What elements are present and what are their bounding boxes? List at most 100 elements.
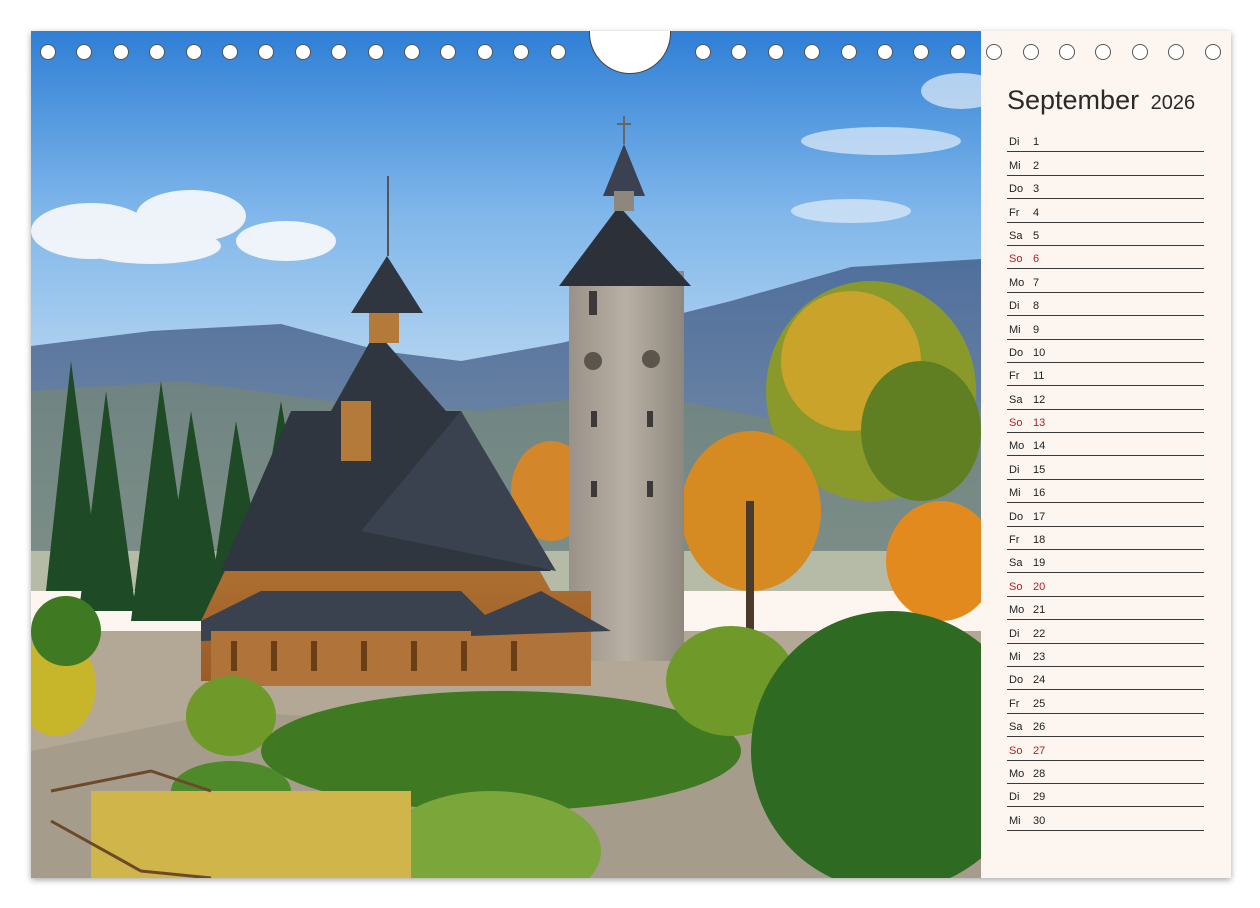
binding-ring (549, 44, 566, 60)
binding-ring (1095, 44, 1112, 60)
weekday-label: Fr (1009, 370, 1020, 383)
binding-ring (949, 44, 966, 60)
binding-ring (986, 44, 1003, 60)
weekday-label: So (1009, 253, 1023, 266)
day-list: Di 1 Mi 2 Do 3 Fr 4 Sa 5 So 6 Mo 7 Di 8 Mi 9 Do 10 Fr 11 Sa 12 S… (1007, 129, 1204, 831)
day-row: Mo 21 (1007, 597, 1204, 621)
day-number: 17 (1033, 510, 1046, 523)
day-number: 26 (1033, 721, 1046, 734)
weekday-label: Mi (1009, 487, 1021, 500)
weekday-label: Di (1009, 136, 1020, 149)
day-number: 14 (1033, 440, 1046, 453)
day-number: 2 (1033, 159, 1040, 172)
day-number: 8 (1033, 300, 1040, 313)
weekday-label: Di (1009, 627, 1020, 640)
day-row: Mi 30 (1007, 807, 1204, 831)
day-row: Mi 9 (1007, 316, 1204, 340)
binding-ring (440, 44, 457, 60)
day-number: 7 (1033, 276, 1040, 289)
calendar-page: September 2026 Di 1 Mi 2 Do 3 Fr 4 Sa 5 So 6 Mo 7 Di 8 M… (31, 31, 1231, 878)
day-row: Di 1 (1007, 129, 1204, 153)
weekday-label: Mo (1009, 276, 1025, 289)
month-name: September (1007, 85, 1140, 115)
weekday-label: Sa (1009, 229, 1023, 242)
weekday-label: So (1009, 744, 1023, 757)
weekday-label: Fr (1009, 206, 1020, 219)
day-row: Do 3 (1007, 176, 1204, 200)
weekday-label: Sa (1009, 721, 1023, 734)
binding-ring (258, 44, 275, 60)
weekday-label: Do (1009, 674, 1024, 687)
day-row: Sa 19 (1007, 550, 1204, 574)
day-row: So 27 (1007, 737, 1204, 761)
day-number: 5 (1033, 229, 1040, 242)
binding-ring (877, 44, 893, 60)
binding-ring (1131, 44, 1148, 60)
weekday-label: So (1009, 580, 1023, 593)
day-number: 28 (1033, 767, 1046, 780)
day-number: 6 (1033, 253, 1040, 266)
binding-ring (404, 44, 420, 60)
weekday-label: Mo (1009, 440, 1025, 453)
day-number: 13 (1033, 417, 1046, 430)
day-row: Mo 7 (1007, 269, 1204, 293)
day-row: Do 24 (1007, 667, 1204, 691)
year-label: 2026 (1150, 92, 1196, 114)
weekday-label: Fr (1009, 534, 1020, 547)
day-number: 24 (1033, 674, 1046, 687)
day-number: 19 (1033, 557, 1046, 570)
day-number: 10 (1033, 346, 1046, 359)
binding-ring (695, 44, 711, 60)
day-row: Mi 23 (1007, 644, 1204, 667)
weekday-label: Di (1009, 300, 1020, 313)
binding-ring (1022, 44, 1039, 60)
day-row: Do 17 (1007, 503, 1204, 527)
weekday-label: Mo (1009, 767, 1025, 780)
weekday-label: Sa (1009, 393, 1023, 406)
binding-ring (76, 44, 93, 60)
day-number: 25 (1033, 697, 1046, 710)
weekday-label: Mi (1009, 814, 1021, 827)
weekday-label: Do (1009, 510, 1024, 523)
weekday-label: Sa (1009, 557, 1023, 570)
weekday-label: Mi (1009, 323, 1021, 336)
binding-ring (112, 44, 129, 60)
weekday-label: Di (1009, 791, 1020, 804)
binding-ring (331, 44, 348, 60)
binding-ring (804, 44, 821, 60)
weekday-label: Di (1009, 463, 1020, 476)
day-row: Fr 4 (1007, 199, 1204, 223)
binding-ring (513, 44, 530, 60)
day-number: 20 (1033, 580, 1046, 593)
weekday-label: Mo (1009, 604, 1025, 617)
binding-ring (1168, 44, 1185, 60)
day-row: Sa 26 (1007, 714, 1204, 738)
day-number: 18 (1033, 534, 1046, 547)
binding-ring (476, 44, 493, 60)
day-number: 11 (1033, 370, 1045, 383)
day-row: So 13 (1007, 410, 1204, 434)
day-number: 3 (1033, 183, 1040, 196)
binding-ring (367, 44, 384, 60)
binding-ring (185, 44, 202, 60)
binding-ring (222, 44, 238, 60)
weekday-label: So (1009, 417, 1023, 430)
day-number: 29 (1033, 791, 1046, 804)
day-number: 15 (1033, 463, 1046, 476)
day-row: So 6 (1007, 246, 1204, 270)
day-number: 9 (1033, 323, 1040, 336)
month-title: September 2026 (1007, 85, 1195, 116)
day-row: So 20 (1007, 573, 1204, 597)
day-number: 21 (1033, 604, 1046, 617)
day-number: 12 (1033, 393, 1046, 406)
day-row: Fr 18 (1007, 527, 1204, 551)
binding-ring (731, 44, 748, 60)
binding-ring (840, 44, 857, 60)
day-number: 1 (1033, 136, 1040, 149)
weekday-label: Fr (1009, 697, 1020, 710)
day-row: Do 10 (1007, 340, 1204, 363)
day-row: Di 29 (1007, 784, 1204, 808)
day-row: Mi 16 (1007, 480, 1204, 504)
day-row: Mo 28 (1007, 761, 1204, 784)
day-row: Di 8 (1007, 293, 1204, 317)
